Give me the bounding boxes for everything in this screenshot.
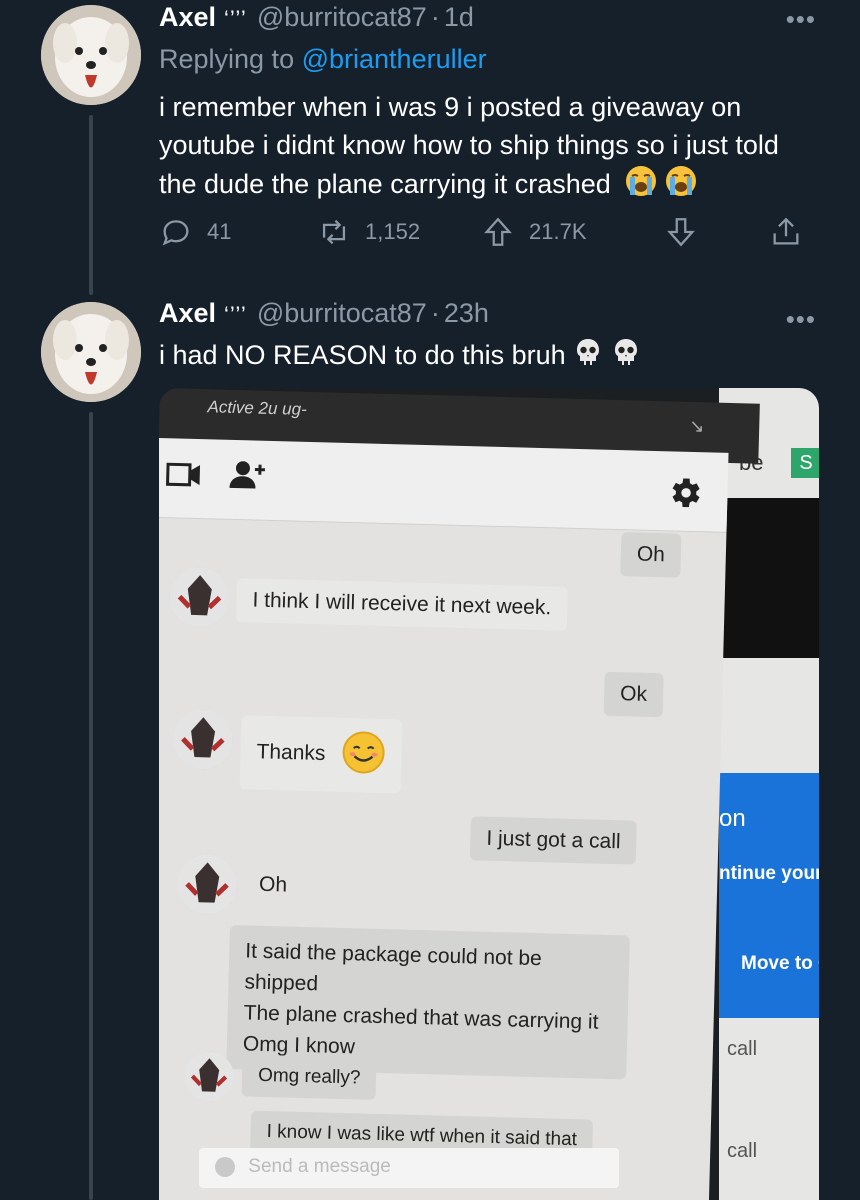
message-outgoing: I just got a call bbox=[469, 816, 638, 865]
tweet-header: Axel ‘’’’ @burritocat87 · 1d bbox=[159, 2, 474, 33]
settings-gear-icon[interactable] bbox=[665, 473, 704, 517]
video-call-icon[interactable] bbox=[165, 460, 202, 494]
separator-dot: · bbox=[430, 2, 440, 32]
screen-dark-band bbox=[719, 498, 819, 658]
user-handle[interactable]: @burritocat87 bbox=[257, 2, 427, 33]
expand-icon[interactable]: ↘ bbox=[689, 416, 705, 437]
display-name[interactable]: Axel bbox=[159, 298, 216, 329]
retweet-icon bbox=[322, 219, 346, 245]
downvote-arrow-icon bbox=[667, 218, 695, 247]
loudly-crying-face-icon bbox=[624, 164, 658, 208]
name-decoration: ‘’’’ bbox=[224, 302, 247, 327]
timestamp[interactable]: 1d bbox=[444, 2, 474, 33]
active-status: Active 2u ug- bbox=[207, 397, 308, 419]
tweet-photo[interactable]: be S on ntinue your H Move to Go call ca… bbox=[159, 388, 819, 1200]
message-text: Thanks bbox=[256, 740, 326, 766]
message-incoming: Omg really? bbox=[241, 1054, 378, 1100]
retweet-button[interactable]: 1,152 bbox=[317, 215, 420, 249]
tweet-actions: 41 1,152 21.7K bbox=[159, 215, 809, 251]
skull-icon bbox=[610, 336, 642, 378]
replying-to: Replying to @briantheruller bbox=[159, 44, 487, 75]
tweet-text: i had NO REASON to do this bruh bbox=[159, 336, 819, 378]
screen-blue-panel: on ntinue your H Move to Go bbox=[719, 773, 819, 1018]
contact-avatar bbox=[172, 708, 234, 771]
separator-dot: · bbox=[430, 298, 440, 328]
screen-text: on bbox=[719, 805, 746, 832]
user-handle[interactable]: @burritocat87 bbox=[257, 298, 427, 329]
message-placeholder: Send a message bbox=[248, 1156, 391, 1177]
display-name[interactable]: Axel bbox=[159, 2, 216, 33]
share-button[interactable] bbox=[769, 215, 817, 249]
message-incoming: Oh bbox=[258, 872, 288, 897]
reply-button[interactable]: 41 bbox=[159, 215, 231, 249]
contact-avatar bbox=[168, 566, 231, 628]
upvote-button[interactable]: 21.7K bbox=[481, 215, 587, 249]
tweet-body: i had NO REASON to do this bruh bbox=[159, 340, 566, 371]
upvote-arrow-icon bbox=[484, 217, 512, 246]
contact-avatar bbox=[183, 1050, 235, 1103]
message-incoming: Thanks bbox=[239, 715, 403, 794]
share-icon bbox=[773, 217, 799, 245]
reply-icon bbox=[162, 220, 189, 246]
screen-text: Move to Go bbox=[741, 953, 819, 974]
replying-label: Replying to bbox=[159, 44, 295, 74]
more-options-icon[interactable]: ••• bbox=[786, 6, 816, 32]
smiling-face-icon bbox=[341, 730, 386, 781]
contact-avatar bbox=[176, 853, 238, 916]
screen-text: call bbox=[727, 1140, 758, 1162]
replying-to-link[interactable]: @briantheruller bbox=[302, 44, 487, 74]
message-outgoing: Oh bbox=[620, 532, 682, 578]
tweet-header: Axel ‘’’’ @burritocat87 · 23h bbox=[159, 298, 489, 329]
chat-toolbar bbox=[159, 437, 729, 533]
emoji-picker-icon[interactable] bbox=[215, 1156, 235, 1177]
screen-text: ntinue your H bbox=[719, 863, 819, 884]
tweet[interactable]: Axel ‘’’’ @burritocat87 · 1d ••• Replyin… bbox=[0, 0, 860, 280]
message-line: It said the package could not be shipped bbox=[244, 939, 543, 996]
avatar[interactable] bbox=[41, 5, 141, 105]
message-input[interactable]: Send a message bbox=[199, 1148, 619, 1188]
downvote-button[interactable] bbox=[664, 215, 712, 249]
background-screen: be S on ntinue your H Move to Go call ca… bbox=[719, 388, 819, 1200]
loudly-crying-face-icon bbox=[664, 164, 698, 208]
add-person-icon[interactable] bbox=[229, 458, 266, 496]
upvote-count: 21.7K bbox=[529, 219, 587, 244]
retweet-count: 1,152 bbox=[365, 219, 421, 244]
timestamp[interactable]: 23h bbox=[444, 298, 489, 329]
tweet-text: i remember when i was 9 i posted a givea… bbox=[159, 88, 819, 208]
name-decoration: ‘’’’ bbox=[224, 6, 247, 31]
screen-badge: S bbox=[791, 448, 819, 478]
skull-icon bbox=[572, 336, 604, 378]
chat-window: Active 2u ug- ↘ Oh I think I will receiv… bbox=[159, 388, 760, 1200]
screen-text: call bbox=[727, 1038, 758, 1060]
more-options-icon[interactable]: ••• bbox=[786, 306, 816, 332]
message-incoming: I think I will receive it next week. bbox=[235, 578, 568, 631]
message-outgoing: Ok bbox=[603, 671, 664, 718]
reply-count: 41 bbox=[207, 219, 232, 244]
avatar[interactable] bbox=[41, 302, 141, 402]
